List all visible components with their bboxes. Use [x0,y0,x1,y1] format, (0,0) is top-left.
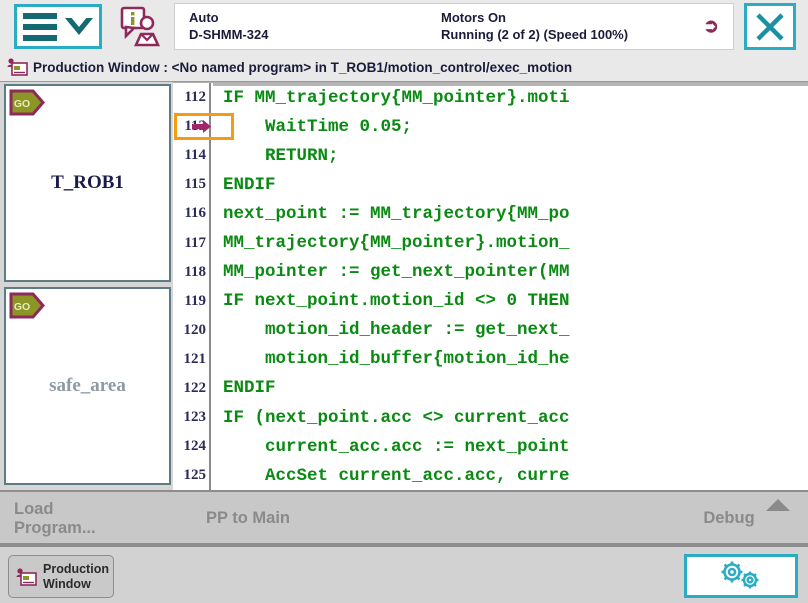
top-status-bar: Auto D-SHMM-324 Motors On Running (2 of … [0,0,808,53]
line-number: 120 [173,322,211,339]
code-text: current_acc.acc := next_point [211,437,808,457]
code-text: ENDIF [211,175,808,195]
code-row[interactable]: 118 MM_pointer := get_next_pointer(MM [173,258,808,287]
line-number: 122 [173,380,211,397]
code-text: IF MM_trajectory{MM_pointer}.moti [211,88,808,108]
code-text: RETURN; [211,146,808,166]
code-text: motion_id_header := get_next_ [211,320,808,340]
svg-text:GO: GO [14,301,30,313]
operating-mode-block: Auto D-SHMM-324 [175,10,427,43]
taskbar-production-window-button[interactable]: Production Window [8,555,114,598]
line-number: 118 [173,264,211,281]
task-name: safe_area [6,375,169,397]
action-bar: Load Program... PP to Main Debug [0,490,808,545]
task-panel-t-rob1[interactable]: GO T_ROB1 [4,84,171,282]
execution-state: Running (2 of 2) (Speed 100%) [441,27,703,43]
info-operator-icon[interactable] [116,4,162,50]
line-number: 116 [173,205,211,222]
motors-state: Motors On [441,10,703,26]
triangle-up-icon [766,499,790,511]
main-content-area: GO T_ROB1 GO safe_area 112 IF MM_traject… [0,82,808,490]
code-text: WaitTime 0.05; [211,117,808,137]
action-slot-3[interactable] [332,492,492,545]
production-window-icon [15,566,37,588]
production-window-icon [6,57,28,77]
execution-status-block: Motors On Running (2 of 2) (Speed 100%) [427,10,703,43]
code-text: next_point := MM_trajectory{MM_po [211,204,808,224]
taskbar-label-line2: Window [43,577,91,591]
code-row[interactable]: 120 motion_id_header := get_next_ [173,316,808,345]
taskbar: Production Window [0,545,808,603]
line-number: 114 [173,147,211,164]
go-badge-icon: GO [9,89,45,116]
code-row[interactable]: 125 AccSet current_acc.acc, curre [173,461,808,490]
code-text: IF (next_point.acc <> current_acc [211,408,808,428]
hamburger-menu-icon [23,13,57,41]
line-number: 121 [173,351,211,368]
line-number: 123 [173,409,211,426]
line-number: 124 [173,438,211,455]
chevron-down-icon [65,18,93,35]
code-row[interactable]: 112 IF MM_trajectory{MM_pointer}.moti [173,83,808,112]
task-name: T_ROB1 [6,172,169,194]
code-text: ENDIF [211,378,808,398]
code-row[interactable]: 115 ENDIF [173,170,808,199]
program-pointer-arrow-icon [192,119,212,134]
code-text: MM_pointer := get_next_pointer(MM [211,262,808,282]
code-row[interactable]: 124 current_acc.acc := next_point [173,432,808,461]
task-list: GO T_ROB1 GO safe_area [4,84,171,488]
debug-label: Debug [703,509,754,528]
pp-to-main-button[interactable]: PP to Main [168,492,328,545]
load-program-button[interactable]: Load Program... [4,492,164,545]
breadcrumb: Production Window : <No named program> i… [0,53,808,82]
action-slot-4[interactable] [496,492,656,545]
main-menu-button[interactable] [14,4,102,49]
quickset-button[interactable] [684,554,798,598]
code-row[interactable]: 117 MM_trajectory{MM_pointer}.motion_ [173,228,808,257]
close-icon [753,10,787,44]
code-row[interactable]: 122 ENDIF [173,374,808,403]
svg-text:GO: GO [14,98,30,110]
flexpendant-screen: Auto D-SHMM-324 Motors On Running (2 of … [0,0,808,603]
code-row[interactable]: 119 IF next_point.motion_id <> 0 THEN [173,287,808,316]
code-text: MM_trajectory{MM_pointer}.motion_ [211,233,808,253]
line-number: 112 [173,89,211,106]
pp-to-main-label: PP to Main [206,509,290,528]
controller-status-panel[interactable]: Auto D-SHMM-324 Motors On Running (2 of … [174,3,734,50]
load-program-label-line1: Load [14,500,53,518]
code-text: AccSet current_acc.acc, curre [211,466,808,486]
line-number: 115 [173,176,211,193]
line-number: 125 [173,467,211,484]
code-row[interactable]: 114 RETURN; [173,141,808,170]
taskbar-label-line1: Production [43,562,109,576]
debug-button[interactable]: Debug [650,492,808,545]
code-lines: 112 IF MM_trajectory{MM_pointer}.moti 11… [173,83,808,490]
code-row[interactable]: 121 motion_id_buffer{motion_id_he [173,345,808,374]
task-panel-safe-area[interactable]: GO safe_area [4,287,171,485]
code-text: IF next_point.motion_id <> 0 THEN [211,291,808,311]
go-badge-icon: GO [9,292,45,319]
stop-flag-icon: ➲ [703,17,719,36]
gears-icon [712,559,770,593]
code-row-program-pointer[interactable]: 113 WaitTime 0.05; [173,112,808,141]
taskbar-button-label: Production Window [43,562,109,591]
code-row[interactable]: 116 next_point := MM_trajectory{MM_po [173,199,808,228]
code-text: motion_id_buffer{motion_id_he [211,349,808,369]
operating-mode: Auto [189,10,427,26]
code-editor[interactable]: 112 IF MM_trajectory{MM_pointer}.moti 11… [173,82,808,490]
line-number: 117 [173,235,211,252]
breadcrumb-text: Production Window : <No named program> i… [33,60,572,75]
close-button[interactable] [744,3,796,50]
load-program-label-line2: Program... [14,519,96,537]
code-row[interactable]: 123 IF (next_point.acc <> current_acc [173,403,808,432]
controller-name: D-SHMM-324 [189,27,427,43]
line-number: 119 [173,293,211,310]
